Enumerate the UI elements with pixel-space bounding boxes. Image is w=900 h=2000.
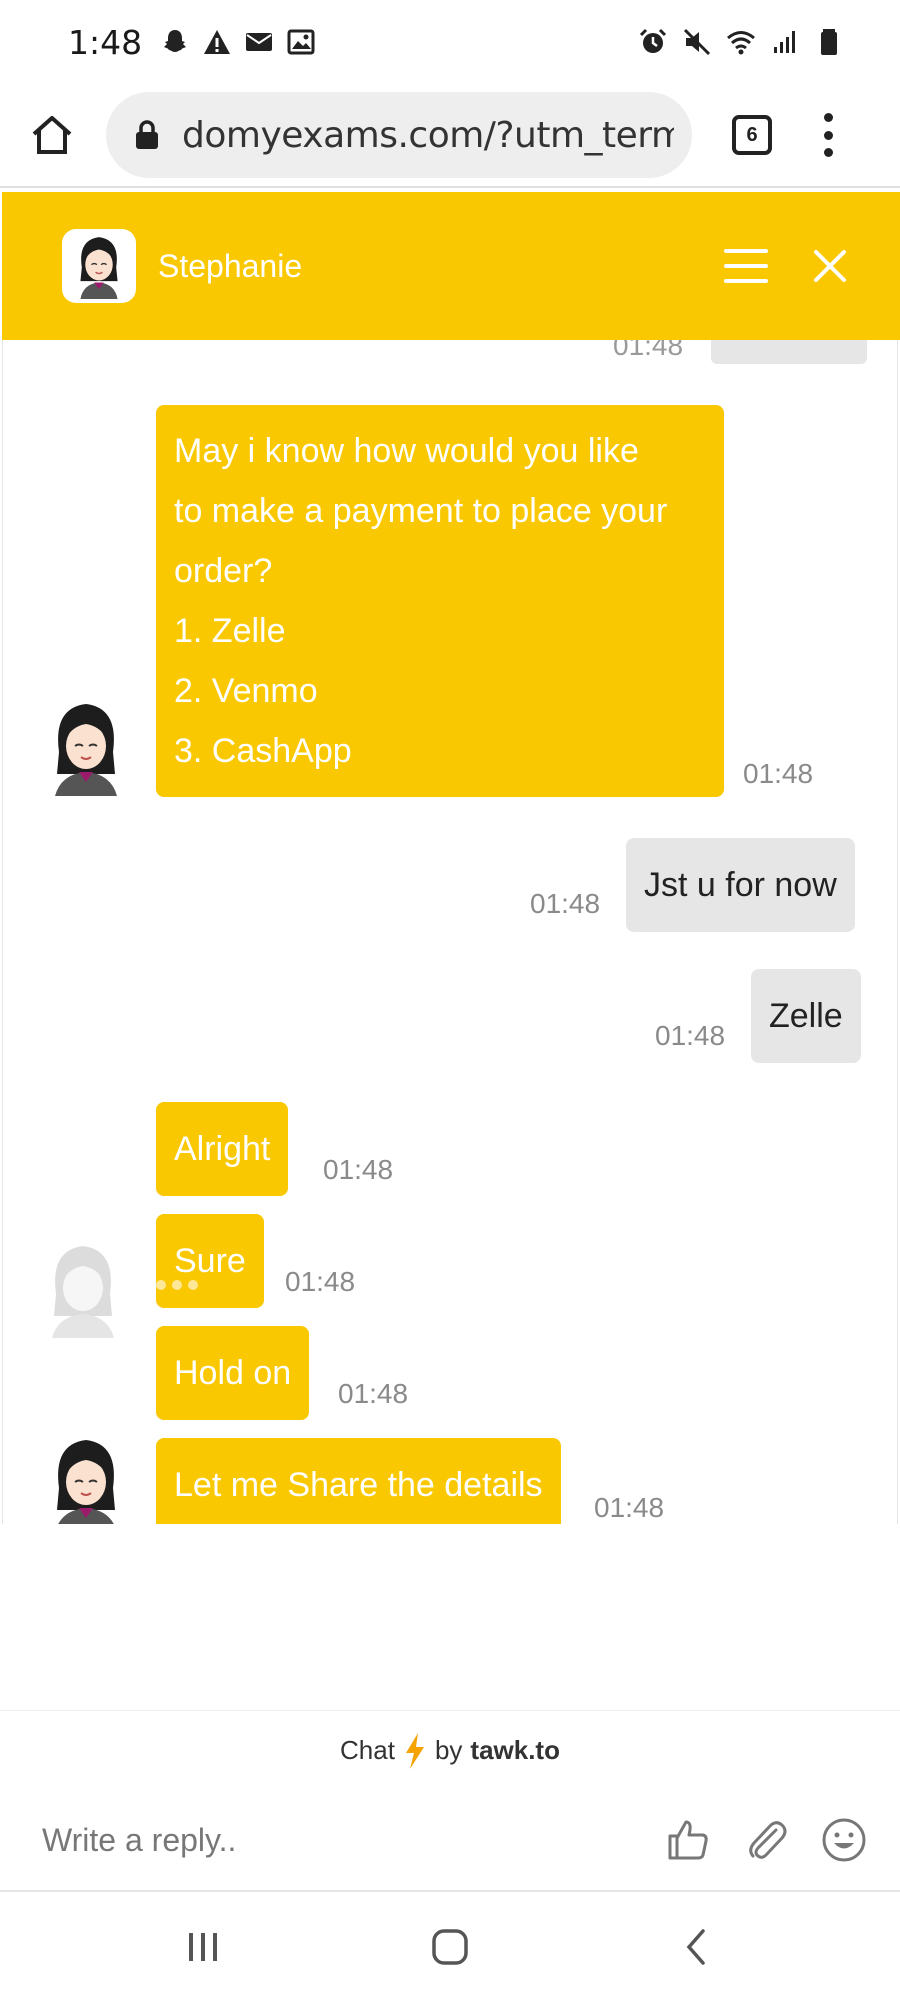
- message-time: 01:48: [743, 758, 814, 789]
- message-text: Let me Share the details: [174, 1465, 543, 1504]
- message-line: order?: [174, 552, 273, 590]
- home-button[interactable]: [24, 107, 80, 163]
- recent-apps-icon: [189, 1933, 218, 1961]
- agent-avatar-icon: [80, 237, 118, 299]
- url-text: domyexams.com/?utm_term: [182, 114, 674, 156]
- agent-name: Stephanie: [158, 247, 303, 284]
- message-line: to make a payment to place your: [174, 492, 668, 530]
- screen: 1:48 domyexams.com/?utm_term 6 Stephanie…: [0, 0, 900, 2000]
- close-chat-button[interactable]: [810, 246, 850, 286]
- typing-indicator: [156, 1280, 198, 1290]
- battery-icon: [821, 29, 837, 55]
- message-line: May i know how would you like: [174, 432, 639, 470]
- agent-message-bubble: Hold on: [156, 1326, 310, 1420]
- lock-icon: [136, 120, 158, 149]
- message-time: 01:48: [285, 1266, 356, 1297]
- recent-apps-button[interactable]: [173, 1917, 233, 1977]
- message-line: 2. Venmo: [174, 672, 318, 710]
- thumbs-up-icon[interactable]: [664, 1816, 712, 1864]
- menu-line: [724, 264, 768, 268]
- typing-dot: [172, 1280, 182, 1290]
- status-left-icons: [160, 27, 316, 57]
- mute-icon: [683, 28, 711, 56]
- menu-line: [724, 279, 768, 283]
- typing-agent-avatar-icon: [52, 1246, 114, 1338]
- powered-by-branding[interactable]: Chat by tawk.to: [0, 1710, 900, 1790]
- agent-avatar-icon: [55, 704, 117, 796]
- attachment-icon[interactable]: [742, 1816, 790, 1864]
- reply-bar: [0, 1790, 900, 1892]
- agent-avatar-icon: [57, 1440, 115, 1524]
- chat-menu-button[interactable]: [724, 249, 768, 283]
- menu-line: [724, 249, 768, 253]
- reply-actions: [664, 1816, 868, 1864]
- message-line: 1. Zelle: [174, 612, 286, 650]
- emoji-icon[interactable]: [820, 1816, 868, 1864]
- message-text: Jst u for now: [644, 865, 837, 904]
- agent-message-bubble: Alright: [156, 1102, 289, 1196]
- tab-switcher-button[interactable]: 6: [732, 115, 772, 155]
- previous-message-bubble: [711, 340, 867, 364]
- agent-avatar: [62, 229, 136, 303]
- home-icon: [32, 116, 72, 154]
- branding-chat-label: Chat: [340, 1735, 395, 1765]
- message-time: 01:48: [338, 1378, 409, 1409]
- snapchat-icon: [164, 30, 187, 52]
- message-line: 3. CashApp: [174, 732, 352, 770]
- typing-dot: [188, 1280, 198, 1290]
- message-time: 01:48: [323, 1154, 394, 1185]
- back-icon: [686, 1929, 705, 1965]
- agent-message-bubble: May i know how would you like to make a …: [156, 405, 724, 797]
- reply-input[interactable]: [42, 1821, 602, 1859]
- status-time: 1:48: [68, 22, 143, 62]
- dot: [823, 113, 833, 122]
- tab-count: 6: [746, 123, 758, 146]
- browser-menu-button[interactable]: [818, 113, 838, 157]
- message-text: Zelle: [769, 996, 843, 1035]
- message-text: Alright: [174, 1129, 271, 1168]
- alarm-icon: [639, 28, 667, 53]
- message-time: 01:48: [655, 1020, 726, 1051]
- agent-message-bubble: Let me Share the details: [156, 1438, 561, 1524]
- message-text: Sure: [174, 1241, 246, 1280]
- previous-message-time: 01:48: [613, 340, 684, 361]
- browser-toolbar: domyexams.com/?utm_term 6: [0, 84, 900, 188]
- wifi-icon: [727, 31, 755, 55]
- status-bar: 1:48: [0, 0, 900, 84]
- address-bar[interactable]: domyexams.com/?utm_term: [106, 92, 692, 178]
- message-time: 01:48: [594, 1492, 665, 1523]
- branding-by-label: by: [434, 1735, 463, 1765]
- dot: [823, 130, 833, 140]
- home-nav-button[interactable]: [420, 1917, 480, 1977]
- message-time: 01:48: [530, 888, 601, 919]
- user-message-bubble: Zelle: [751, 969, 861, 1063]
- typing-dot: [156, 1280, 166, 1290]
- status-right-icons: [638, 27, 844, 57]
- image-icon: [287, 29, 315, 55]
- home-nav-icon: [432, 1929, 468, 1965]
- message-text: Hold on: [174, 1353, 292, 1392]
- branding-brand-label: tawk.to: [470, 1735, 560, 1765]
- dot: [823, 148, 833, 157]
- signal-icon: [774, 31, 795, 53]
- chat-messages[interactable]: 01:48 May i know how would you like to m…: [2, 340, 898, 1524]
- user-message-bubble: Jst u for now: [626, 838, 855, 932]
- chat-header: Stephanie: [2, 192, 900, 340]
- warning-icon: [204, 30, 231, 54]
- system-navigation-bar: [0, 1894, 900, 2000]
- agent-message-bubble: Sure: [156, 1214, 264, 1308]
- mail-icon: [246, 33, 273, 51]
- lightning-bolt-icon: [405, 1732, 424, 1769]
- back-button[interactable]: [667, 1917, 727, 1977]
- close-icon: [814, 250, 846, 282]
